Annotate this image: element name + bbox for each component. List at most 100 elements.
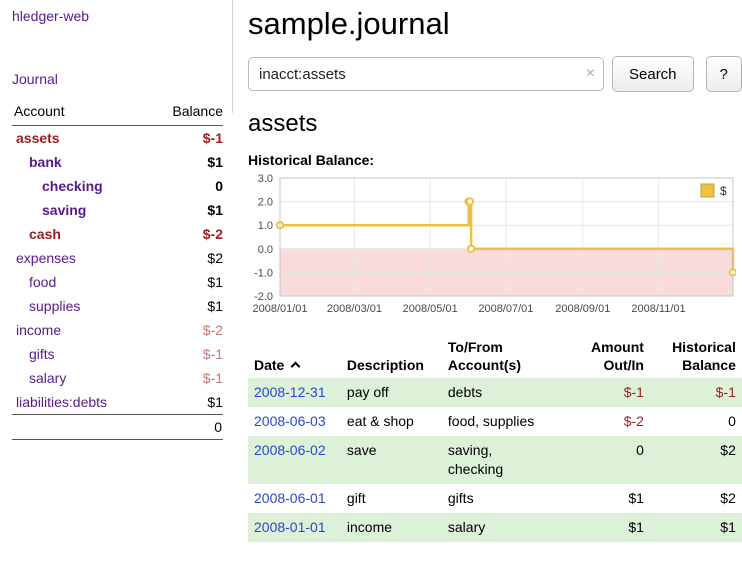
account-row: gifts $-1 <box>12 342 223 366</box>
transaction-description: income <box>341 513 442 542</box>
account-link[interactable]: checking <box>42 178 103 194</box>
account-link[interactable]: supplies <box>29 298 80 314</box>
transaction-account: saving, checking <box>442 436 567 484</box>
transaction-account: food, supplies <box>442 407 567 436</box>
transaction-balance: 0 <box>650 407 742 436</box>
svg-text:2008/11/01: 2008/11/01 <box>631 303 685 315</box>
account-row: expenses $2 <box>12 246 223 270</box>
column-header-balance: Historical Balance <box>650 334 742 378</box>
account-link[interactable]: salary <box>29 370 66 386</box>
clear-search-icon[interactable]: × <box>586 65 595 83</box>
account-row: salary $-1 <box>12 366 223 390</box>
sidebar: hledger-web Journal Account Balance asse… <box>0 0 233 582</box>
page-title: sample.journal <box>248 6 742 42</box>
svg-text:0.0: 0.0 <box>258 244 273 256</box>
transaction-date-link[interactable]: 2008-01-01 <box>254 519 326 535</box>
chart-title: Historical Balance: <box>248 152 742 168</box>
app-title-link[interactable]: hledger-web <box>12 8 223 24</box>
transaction-amount: $-2 <box>567 407 650 436</box>
accounts-header-balance: Balance <box>148 103 223 126</box>
sidebar-divider <box>232 0 233 113</box>
transaction-date-link[interactable]: 2008-06-01 <box>254 490 326 506</box>
date-header-label: Date <box>254 357 284 373</box>
account-heading: assets <box>248 110 742 138</box>
search-row: × Search ? <box>248 56 742 92</box>
svg-text:2008/01/01: 2008/01/01 <box>252 303 307 315</box>
account-row: income $-2 <box>12 318 223 342</box>
account-link[interactable]: bank <box>29 154 62 170</box>
svg-text:1.0: 1.0 <box>258 220 273 232</box>
account-balance: 0 <box>148 174 223 198</box>
account-row: liabilities:debts $1 <box>12 390 223 415</box>
balance-chart-svg: 3.02.01.00.0-1.0-2.02008/01/012008/03/01… <box>248 173 736 321</box>
help-button[interactable]: ? <box>706 56 742 92</box>
svg-text:3.0: 3.0 <box>258 173 273 185</box>
account-balance: $1 <box>148 150 223 174</box>
transaction-description: eat & shop <box>341 407 442 436</box>
transaction-amount: $1 <box>567 513 650 542</box>
account-link[interactable]: gifts <box>29 346 55 362</box>
account-row: food $1 <box>12 270 223 294</box>
account-link[interactable]: income <box>16 322 61 338</box>
register-row: 2008-01-01incomesalary$1$1 <box>248 513 742 542</box>
transaction-amount: $1 <box>567 484 650 513</box>
svg-text:2008/09/01: 2008/09/01 <box>555 303 610 315</box>
account-row: assets $-1 <box>12 126 223 151</box>
accounts-header-account: Account <box>12 103 148 126</box>
search-input[interactable] <box>248 57 604 91</box>
transaction-date-link[interactable]: 2008-12-31 <box>254 384 326 400</box>
svg-text:2.0: 2.0 <box>258 197 273 209</box>
account-balance: $2 <box>148 246 223 270</box>
register-header-row: Date Description To/From Account(s) Amou… <box>248 334 742 378</box>
svg-text:2008/07/01: 2008/07/01 <box>478 303 533 315</box>
svg-text:-2.0: -2.0 <box>254 291 273 303</box>
column-header-amount: Amount Out/In <box>567 334 650 378</box>
sort-ascending-icon <box>291 362 301 372</box>
register-row: 2008-06-01giftgifts$1$2 <box>248 484 742 513</box>
account-link[interactable]: cash <box>29 226 61 242</box>
transaction-description: gift <box>341 484 442 513</box>
transaction-account: gifts <box>442 484 567 513</box>
account-balance: $1 <box>148 294 223 318</box>
sidebar-item-journal[interactable]: Journal <box>12 71 223 87</box>
transaction-balance: $-1 <box>650 378 742 407</box>
account-row: supplies $1 <box>12 294 223 318</box>
legend-swatch <box>701 184 714 197</box>
account-balance: $1 <box>148 390 223 415</box>
account-balance: $1 <box>148 198 223 222</box>
column-header-account: To/From Account(s) <box>442 334 567 378</box>
account-row: saving $1 <box>12 198 223 222</box>
column-header-description: Description <box>341 334 442 378</box>
register-table: Date Description To/From Account(s) Amou… <box>248 334 742 542</box>
register-row: 2008-06-02 savesaving, checking0$2 <box>248 436 742 484</box>
account-balance: $1 <box>148 270 223 294</box>
data-point-marker <box>467 198 473 204</box>
account-link[interactable]: expenses <box>16 250 76 266</box>
account-link[interactable]: liabilities:debts <box>16 394 107 410</box>
chart-legend: $ <box>697 181 731 201</box>
column-header-date[interactable]: Date <box>248 334 341 378</box>
app-root: hledger-web Journal Account Balance asse… <box>0 0 742 582</box>
register-row: 2008-12-31pay offdebts$-1$-1 <box>248 378 742 407</box>
data-point-marker <box>468 246 474 252</box>
svg-text:-1.0: -1.0 <box>254 267 273 279</box>
main-content: sample.journal × Search ? assets Histori… <box>233 0 742 582</box>
accounts-total-value: 0 <box>12 415 223 440</box>
balance-chart: 3.02.01.00.0-1.0-2.02008/01/012008/03/01… <box>248 173 742 324</box>
search-button[interactable]: Search <box>612 56 694 92</box>
account-row: cash$-2 <box>12 222 223 246</box>
account-link[interactable]: assets <box>16 130 60 146</box>
transaction-date-link[interactable]: 2008-06-02 <box>254 442 326 458</box>
legend-label: $ <box>720 184 727 198</box>
account-balance: $-2 <box>148 318 223 342</box>
account-link[interactable]: saving <box>42 202 86 218</box>
transaction-amount: 0 <box>567 436 650 484</box>
account-balance: $-1 <box>148 342 223 366</box>
transaction-date-link[interactable]: 2008-06-03 <box>254 413 326 429</box>
account-balance: $-1 <box>148 126 223 151</box>
transaction-description: pay off <box>341 378 442 407</box>
account-link[interactable]: food <box>29 274 56 290</box>
account-balance: $-1 <box>148 366 223 390</box>
transaction-description: save <box>341 436 442 484</box>
transaction-balance: $2 <box>650 436 742 484</box>
